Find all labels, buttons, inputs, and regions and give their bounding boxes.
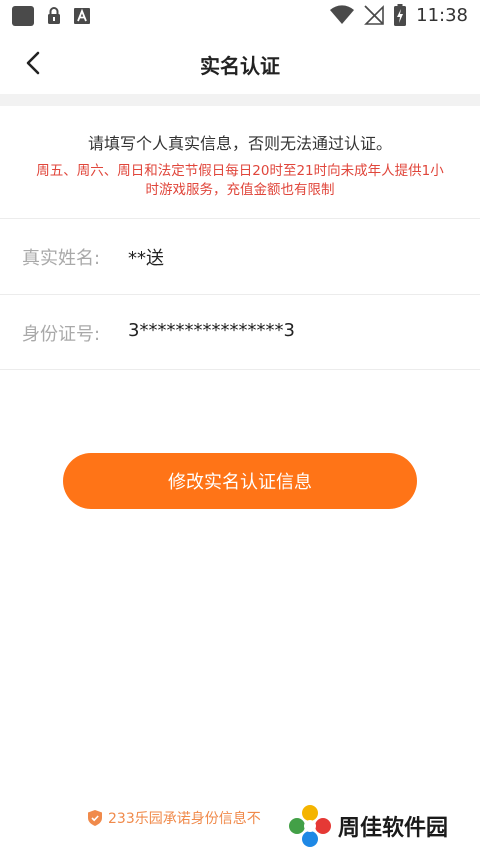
clock-time: 11:38 [416,4,468,26]
a-icon [74,8,90,24]
real-name-value: **送 [128,248,164,269]
watermark-logo-icon [289,805,331,847]
notice-main-text: 请填写个人真实信息，否则无法通过认证。 [87,134,392,153]
app-header: 实名认证 [0,32,480,94]
status-bar: 11:38 [0,0,480,32]
status-bar-left [12,6,90,26]
header-divider [0,94,480,106]
divider-line [0,218,480,219]
modify-verification-button[interactable]: 修改实名认证信息 [63,453,417,509]
id-number-label: 身份证号: [22,324,101,345]
id-number-value: 3****************3 [128,320,295,341]
watermark: 周佳软件园 [288,804,448,848]
footer-promise: 233乐园承诺身份信息不 [88,808,261,828]
real-name-label: 真实姓名: [22,248,101,269]
watermark-text: 周佳软件园 [338,816,449,841]
shield-icon [88,810,102,826]
page-title: 实名认证 [200,54,280,78]
footer-promise-text: 233乐园承诺身份信息不 [108,811,261,827]
divider-line [0,294,480,295]
divider-line [0,369,480,370]
notification-square-icon [12,6,34,26]
battery-charging-icon [394,4,407,26]
no-signal-icon [364,5,384,25]
notice-warning-text: 周五、周六、周日和法定节假日每日20时至21时向未成年人提供1小时游戏服务，充值… [36,163,444,198]
wifi-icon [330,5,355,25]
status-bar-right: 11:38 [330,4,468,26]
lock-icon [48,7,60,24]
